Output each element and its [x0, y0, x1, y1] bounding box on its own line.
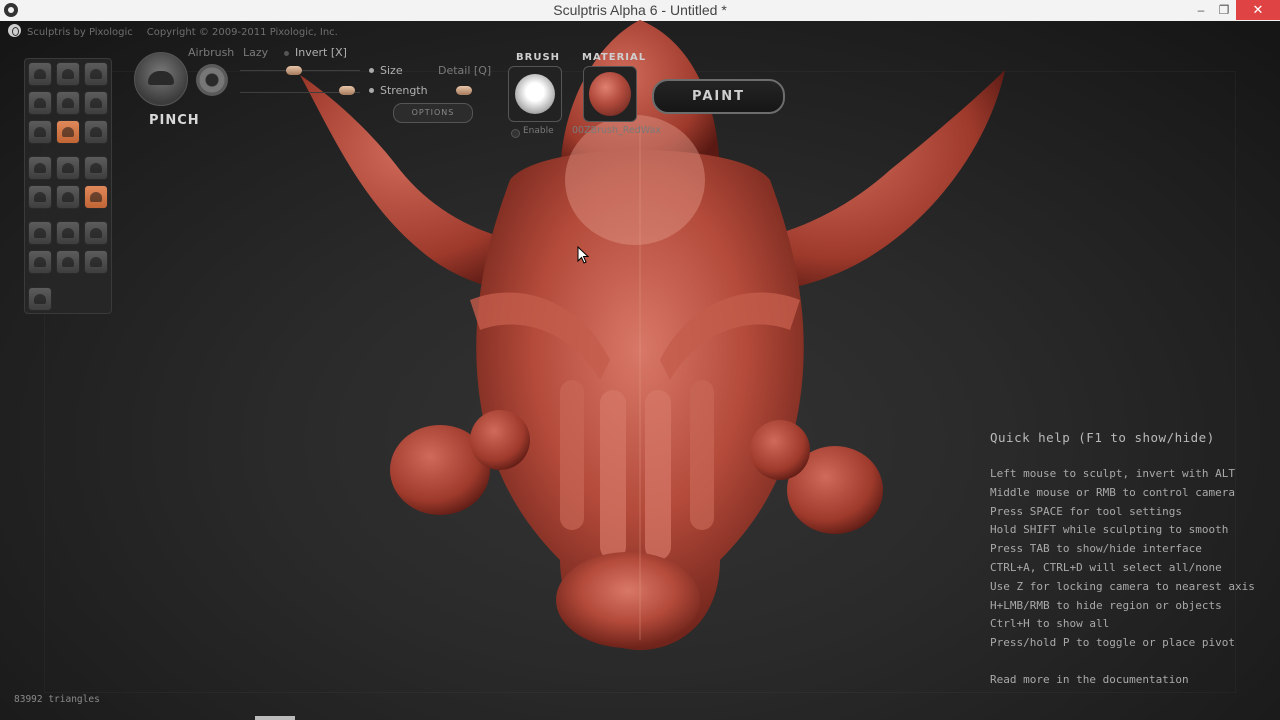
rotate-tool-icon[interactable]: [56, 62, 80, 86]
brush-alpha-swatch[interactable]: [508, 66, 562, 122]
brand-bar: Sculptris by Pixologic Copyright © 2009-2…: [8, 24, 338, 38]
crop-tool-icon[interactable]: [84, 62, 108, 86]
flatten-tool-icon[interactable]: [56, 91, 80, 115]
pinch-tool-icon[interactable]: [56, 120, 80, 144]
paint-button[interactable]: PAINT: [652, 79, 785, 114]
documentation-link[interactable]: Read more in the documentation: [990, 673, 1189, 686]
goz-tool-icon[interactable]: [28, 287, 52, 311]
import-tool-icon[interactable]: [84, 221, 108, 245]
brush-header: BRUSH: [516, 52, 561, 63]
material-header: MATERIAL: [582, 52, 647, 63]
detail-slider-knob[interactable]: [456, 86, 472, 95]
sculpt-model[interactable]: [0, 0, 1280, 720]
airbrush-toggle[interactable]: Airbrush: [188, 46, 234, 59]
options-button[interactable]: OPTIONS: [393, 103, 473, 123]
brush-name: PINCH: [149, 113, 200, 128]
copyright-text: Copyright © 2009-2011 Pixologic, Inc.: [146, 27, 338, 38]
cut-tool-icon[interactable]: [56, 156, 80, 180]
strength-bullet: [369, 88, 374, 93]
size-slider-knob[interactable]: [286, 66, 302, 75]
quick-help-line: CTRL+A, CTRL+D will select all/none: [990, 561, 1222, 574]
lazy-toggle[interactable]: Lazy: [243, 46, 268, 59]
quick-help-line: Press TAB to show/hide interface: [990, 542, 1202, 556]
invert-label[interactable]: Invert [X]: [295, 46, 347, 59]
scale-tool-icon[interactable]: [28, 185, 52, 209]
reduce-tool-icon[interactable]: [28, 156, 52, 180]
material-swatch[interactable]: [583, 66, 637, 122]
material-sphere-icon: [589, 72, 631, 116]
mouse-cursor-icon: [577, 246, 589, 264]
app-name: Sculptris by Pixologic: [27, 27, 133, 38]
quick-help-line: Press SPACE for tool settings: [990, 504, 1183, 518]
detail-label[interactable]: Detail [Q]: [438, 64, 491, 77]
save-tool-icon[interactable]: [56, 250, 80, 274]
stroke-type-icon[interactable]: [196, 64, 228, 96]
settings-tool-icon[interactable]: [84, 250, 108, 274]
inflate-tool-icon[interactable]: [28, 91, 52, 115]
quick-help-line: Press/hold P to toggle or place pivot: [990, 636, 1236, 650]
invert-checkbox[interactable]: [284, 51, 289, 56]
crease-tool-icon[interactable]: [84, 120, 108, 144]
plane-tool-icon[interactable]: [56, 221, 80, 245]
sphere-tool-icon[interactable]: [28, 221, 52, 245]
brush-alpha-icon: [515, 74, 555, 114]
size-label: Size: [380, 64, 403, 77]
symmetry-tool-icon[interactable]: [84, 185, 108, 209]
size-bullet: [369, 68, 374, 73]
quick-help-line: Middle mouse or RMB to control camera: [990, 485, 1236, 499]
strength-slider-knob[interactable]: [339, 86, 355, 95]
pixologic-logo-icon: [8, 24, 21, 37]
triangle-count: 83992 triangles: [14, 694, 100, 705]
tool-palette: [24, 58, 112, 314]
draw-tool-icon[interactable]: [28, 62, 52, 86]
export-tool-icon[interactable]: [28, 250, 52, 274]
quick-help-line: Use Z for locking camera to nearest axis: [990, 579, 1255, 593]
strength-label: Strength: [380, 84, 428, 97]
grab-tool-icon[interactable]: [84, 91, 108, 115]
quick-help-line: H+LMB/RMB to hide region or objects: [990, 598, 1222, 612]
quick-help-line: Left mouse to sculpt, invert with ALT: [990, 467, 1236, 480]
quick-help-line: Hold SHIFT while sculpting to smooth: [990, 523, 1229, 537]
taskbar-indicator: [255, 716, 295, 720]
smooth-tool-icon[interactable]: [28, 120, 52, 144]
mask-tool-icon[interactable]: [84, 156, 108, 180]
wireframe-tool-icon[interactable]: [56, 185, 80, 209]
enable-label[interactable]: Enable: [523, 126, 554, 136]
quick-help-line: Ctrl+H to show all: [990, 617, 1110, 631]
material-name: 00ZBrush_RedWax: [572, 125, 662, 136]
quick-help-title: Quick help (F1 to show/hide): [990, 430, 1215, 445]
enable-checkbox[interactable]: [511, 129, 520, 138]
pinch-brush-icon[interactable]: [134, 52, 188, 106]
